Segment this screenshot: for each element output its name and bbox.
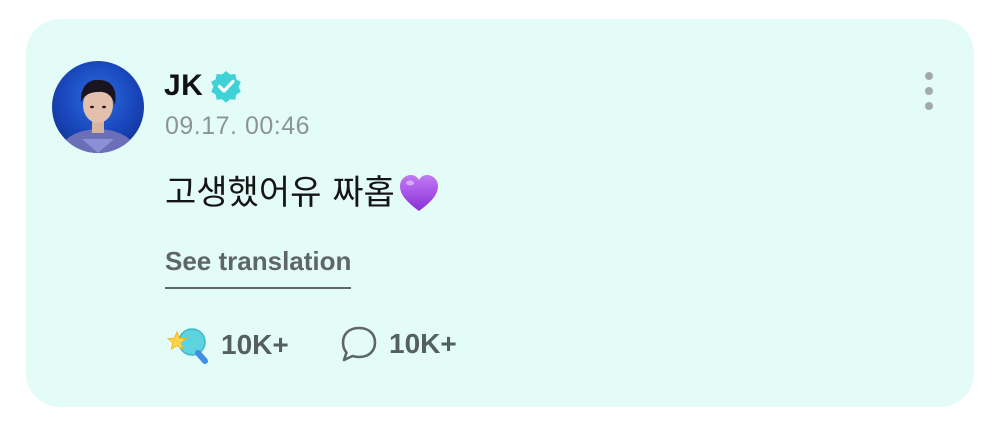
author-name[interactable]: JK bbox=[164, 69, 203, 103]
comment-count: 10K+ bbox=[389, 328, 457, 359]
avatar-image bbox=[56, 79, 140, 153]
purple-heart-icon bbox=[399, 175, 438, 211]
verified-badge-icon bbox=[211, 71, 242, 103]
more-dot-icon bbox=[925, 102, 933, 110]
comment-bubble-icon bbox=[341, 326, 377, 362]
like-count: 10K+ bbox=[221, 329, 289, 360]
like-button[interactable]: 10K+ bbox=[165, 323, 289, 367]
post-card: JK 09.17. 00:46 고생했어유 짜홉 See translation bbox=[26, 19, 974, 407]
avatar[interactable] bbox=[52, 61, 144, 153]
more-dot-icon bbox=[925, 72, 933, 80]
like-lightstick-icon bbox=[166, 328, 208, 364]
post-timestamp: 09.17. 00:46 bbox=[165, 112, 311, 140]
more-dot-icon bbox=[925, 87, 933, 95]
see-translation-link[interactable]: See translation bbox=[165, 245, 352, 289]
post-text: 고생했어유 짜홉 bbox=[165, 173, 395, 213]
more-options-button[interactable] bbox=[914, 69, 944, 113]
comment-button[interactable]: 10K+ bbox=[339, 323, 457, 365]
post-body: 고생했어유 짜홉 bbox=[165, 171, 441, 215]
author-row: JK bbox=[164, 69, 243, 103]
